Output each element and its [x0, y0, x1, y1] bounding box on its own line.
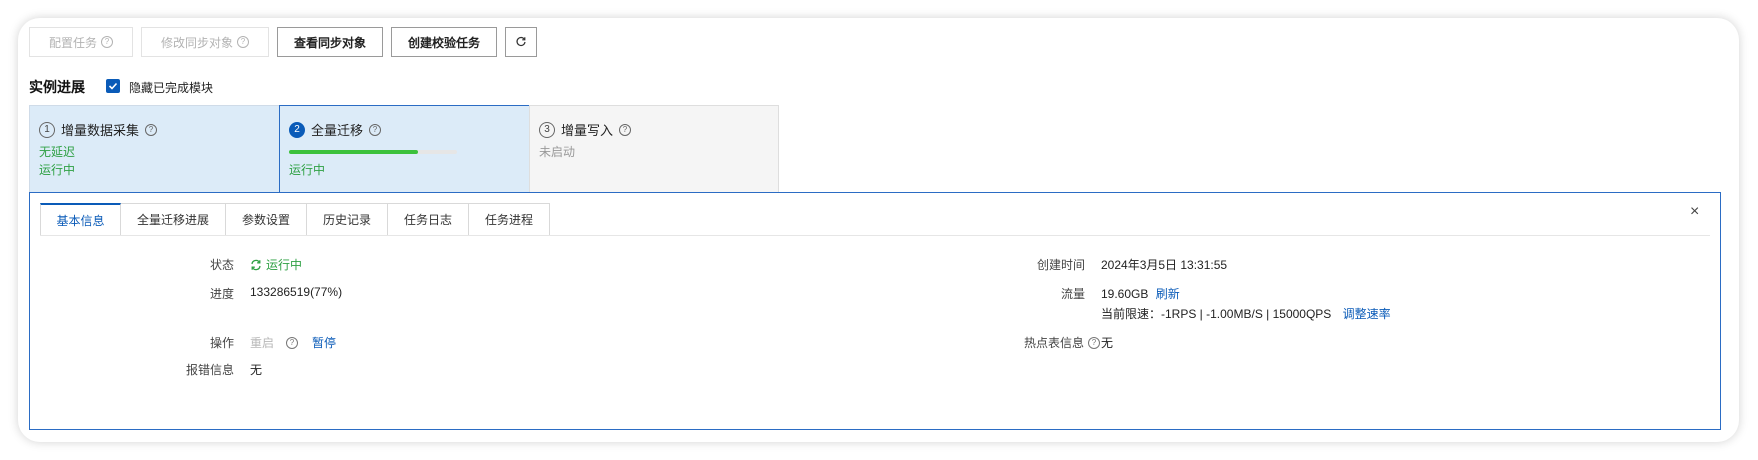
help-icon: ?: [145, 123, 158, 136]
view-sync-objects-button[interactable]: 查看同步对象: [277, 27, 383, 57]
sync-icon: [251, 259, 261, 270]
check-icon: [108, 82, 118, 90]
refresh-button[interactable]: [505, 27, 537, 57]
migration-progress-fill: [289, 150, 419, 154]
create-check-task-label: 创建校验任务: [407, 35, 480, 50]
help-icon: ?: [369, 123, 382, 136]
status-label: 状态: [209, 258, 234, 272]
traffic-value: 19.60GB: [1101, 287, 1149, 301]
traffic-label: 流量: [1060, 287, 1085, 301]
hide-completed-checkbox[interactable]: [106, 79, 120, 93]
hotspot-label: 热点表信息: [1023, 336, 1084, 350]
help-icon: ?: [286, 336, 299, 349]
configure-task-label: 配置任务: [48, 35, 97, 50]
operation-label: 操作: [209, 336, 234, 350]
step-incremental-write[interactable]: 3 增量写入 ? 未启动: [529, 105, 779, 193]
pause-button[interactable]: 暂停: [312, 334, 336, 351]
operation-actions: 重启 ? 暂停: [250, 334, 336, 351]
step-title: 全量迁移: [311, 123, 364, 138]
step-incremental-collection[interactable]: 1 增量数据采集 ? 无延迟 运行中: [29, 105, 280, 193]
help-icon: ?: [237, 36, 249, 48]
created-time-value: 2024年3月5日 13:31:55: [1101, 258, 1228, 272]
view-sync-objects-label: 查看同步对象: [293, 35, 366, 50]
progress-label: 进度: [209, 287, 234, 301]
created-time-label: 创建时间: [1036, 258, 1085, 272]
tab-full-migration-progress[interactable]: 全量迁移进展: [121, 203, 226, 236]
step-title: 增量数据采集: [61, 123, 140, 138]
tab-history[interactable]: 历史记录: [307, 203, 388, 236]
tab-task-log[interactable]: 任务日志: [388, 203, 469, 236]
status-text: 运行中: [266, 258, 303, 272]
tab-task-process[interactable]: 任务进程: [469, 203, 550, 236]
help-icon: ?: [1088, 336, 1100, 349]
step-number: 2: [289, 121, 305, 138]
modify-sync-objects-label: 修改同步对象: [160, 35, 233, 50]
hotspot-value: 无: [1101, 336, 1114, 350]
hotspot-label-row: 热点表信息 ?: [930, 334, 1100, 351]
configure-task-button[interactable]: 配置任务 ?: [29, 27, 133, 57]
hide-completed-label: 隐藏已完成模块: [129, 81, 214, 95]
progress-value: 133286519(77%): [250, 285, 343, 299]
status-value: 运行中: [250, 256, 302, 273]
close-icon[interactable]: ×: [1690, 203, 1699, 221]
detail-panel: 基本信息 全量迁移进展 参数设置 历史记录 任务日志 任务进程 × 状态 运行中…: [29, 192, 1721, 430]
step-status: 未启动: [539, 145, 576, 159]
step-delay-status: 无延迟: [39, 145, 76, 159]
refresh-icon: [516, 36, 526, 47]
help-icon: ?: [619, 123, 632, 136]
rate-limit-row: 当前限速：-1RPS | -1.00MB/S | 15000QPS 调整速率: [1101, 305, 1391, 322]
rate-limit-text: 当前限速：-1RPS | -1.00MB/S | 15000QPS: [1101, 307, 1332, 321]
step-run-status: 运行中: [289, 163, 326, 177]
tab-divider: [40, 235, 1710, 236]
step-title: 增量写入: [561, 123, 614, 138]
restart-button[interactable]: 重启: [250, 334, 274, 351]
instance-progress-title: 实例进展: [29, 79, 85, 95]
step-number: 3: [539, 121, 555, 138]
traffic-value-row: 19.60GB 刷新: [1101, 285, 1180, 302]
step-run-status: 运行中: [39, 163, 76, 177]
detail-tabs: 基本信息 全量迁移进展 参数设置 历史记录 任务日志 任务进程: [40, 203, 550, 236]
modify-sync-objects-button[interactable]: 修改同步对象 ?: [141, 27, 269, 57]
error-info-label: 报错信息: [185, 363, 234, 377]
error-info-value: 无: [250, 363, 263, 377]
create-check-task-button[interactable]: 创建校验任务: [391, 27, 497, 57]
step-number: 1: [39, 121, 55, 138]
tab-basic-info[interactable]: 基本信息: [40, 203, 121, 236]
tab-parameter-settings[interactable]: 参数设置: [226, 203, 307, 236]
step-full-migration[interactable]: 2 全量迁移 ? 运行中: [279, 105, 530, 194]
adjust-rate-link[interactable]: 调整速率: [1343, 307, 1391, 321]
refresh-traffic-link[interactable]: 刷新: [1156, 287, 1180, 301]
migration-progress-track: [289, 150, 457, 154]
help-icon: ?: [101, 36, 113, 48]
